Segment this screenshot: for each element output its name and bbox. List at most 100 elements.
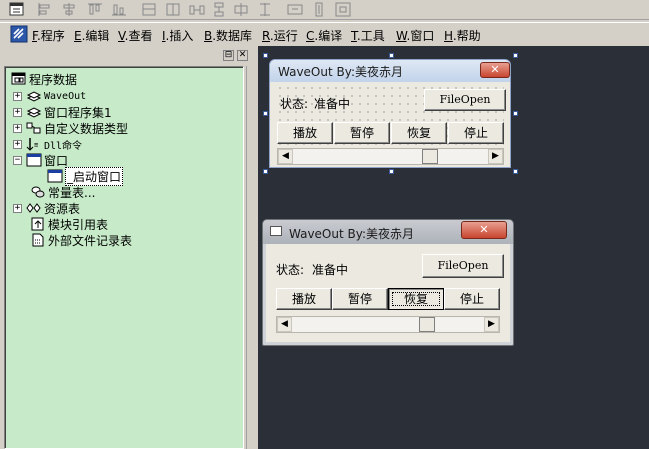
scroll-left-arrow-icon[interactable]: ◀ <box>277 317 292 332</box>
tree-item-dll-commands[interactable]: + ≡ Dll命令 <box>13 136 82 152</box>
design-form-titlebar[interactable]: WaveOut By:美夜赤月 ✕ <box>270 60 510 82</box>
panel-close-button[interactable]: ✕ <box>237 50 248 61</box>
resume-button[interactable]: 恢复 <box>388 288 444 310</box>
fileopen-button[interactable]: FileOpen <box>422 254 504 278</box>
form-design-area: WaveOut By:美夜赤月 ✕ 状态: 准备中 FileOpen 播放 暂停… <box>258 46 649 449</box>
program-tree: 程序数据 + WaveOut + 窗口程序集1 + 自定义数据类型 + ≡ Dl… <box>4 66 244 449</box>
svg-text:≡: ≡ <box>34 141 38 149</box>
constant-table-icon <box>30 185 46 199</box>
resize-handle[interactable] <box>513 53 518 58</box>
menu-compile[interactable]: C.编译 <box>306 27 342 44</box>
scroll-right-arrow-icon[interactable]: ▶ <box>484 317 499 332</box>
tree-item-resources[interactable]: + 资源表 <box>13 200 80 216</box>
center-form-icon[interactable] <box>334 1 352 18</box>
tree-item-external-files[interactable]: 外部文件记录表 <box>30 232 132 248</box>
pause-button[interactable]: 暂停 <box>334 122 390 144</box>
center-vertical-icon[interactable] <box>256 1 274 18</box>
running-window-titlebar[interactable]: WaveOut By:美夜赤月 ✕ <box>263 220 513 244</box>
panel-buttons: ⊟ ✕ <box>223 50 249 62</box>
fileopen-button[interactable]: FileOpen <box>424 89 506 111</box>
tree-item-module-refs[interactable]: 模块引用表 <box>30 216 108 232</box>
vertical-size-icon[interactable] <box>310 1 328 18</box>
resize-handle[interactable] <box>389 53 394 58</box>
tree-item-custom-types[interactable]: + 自定义数据类型 <box>13 120 128 136</box>
resize-handle[interactable] <box>263 169 268 174</box>
play-button[interactable]: 播放 <box>276 288 332 310</box>
status-label[interactable]: 状态: <box>280 95 308 112</box>
scroll-right-arrow-icon[interactable]: ▶ <box>488 149 503 164</box>
expand-toggle[interactable]: + <box>13 123 22 133</box>
resize-handle[interactable] <box>263 111 268 116</box>
resize-handle[interactable] <box>389 169 394 174</box>
expand-toggle[interactable]: + <box>13 139 22 149</box>
collapse-toggle[interactable]: − <box>13 155 22 165</box>
tree-root[interactable]: 程序数据 <box>11 71 77 87</box>
position-scrollbar[interactable]: ◀ ▶ <box>276 316 500 333</box>
tree-item-constants[interactable]: 常量表... <box>30 184 95 200</box>
distribute-horizontal-icon[interactable] <box>188 1 206 18</box>
scroll-left-arrow-icon[interactable]: ◀ <box>278 149 293 164</box>
scrollbar-thumb[interactable] <box>422 149 438 164</box>
stop-button[interactable]: 停止 <box>448 122 504 144</box>
resize-handle[interactable] <box>263 53 268 58</box>
same-height-icon[interactable] <box>164 1 182 18</box>
dll-icon: ≡ <box>26 137 42 151</box>
menu-window[interactable]: W.窗口 <box>396 27 434 44</box>
tree-item-window-assembly[interactable]: + 窗口程序集1 <box>13 104 112 120</box>
assembly-icon <box>26 105 42 119</box>
form-icon[interactable] <box>8 1 26 18</box>
resize-handle[interactable] <box>513 169 518 174</box>
expand-toggle[interactable]: + <box>13 91 22 101</box>
tree-scrollbar[interactable] <box>246 66 255 449</box>
status-value[interactable]: 准备中 <box>314 95 350 112</box>
data-type-icon <box>26 121 42 135</box>
align-top-icon[interactable] <box>86 1 104 18</box>
design-form-canvas[interactable]: 状态: 准备中 FileOpen 播放 暂停 恢复 停止 ◀ ▶ <box>276 84 506 165</box>
menu-database[interactable]: B.数据库 <box>204 27 252 44</box>
design-form-close-button[interactable]: ✕ <box>480 62 510 78</box>
tree-item-startup-window[interactable]: _启动窗口 <box>47 166 124 186</box>
program-icon <box>11 72 27 86</box>
running-window-title: WaveOut By:美夜赤月 <box>289 227 415 241</box>
panel-dock-button[interactable]: ⊟ <box>223 50 234 61</box>
expand-toggle[interactable]: + <box>13 107 22 117</box>
resume-button[interactable]: 恢复 <box>391 122 447 144</box>
menu-bar: F.程序 E.编辑 V.查看 I.插入 B.数据库 R.运行 C.编译 T.工具… <box>0 22 649 46</box>
app-logo-icon <box>10 25 28 43</box>
status-value: 准备中 <box>312 263 349 277</box>
align-center-icon[interactable] <box>60 1 78 18</box>
menu-insert[interactable]: I.插入 <box>162 27 193 44</box>
position-scrollbar[interactable]: ◀ ▶ <box>277 148 504 165</box>
align-bottom-icon[interactable] <box>110 1 128 18</box>
file-icon <box>30 233 46 247</box>
expand-toggle[interactable]: + <box>13 203 22 213</box>
running-window-close-button[interactable]: ✕ <box>461 221 507 239</box>
center-horizontal-icon[interactable] <box>232 1 250 18</box>
same-width-icon[interactable] <box>140 1 158 18</box>
align-left-icon[interactable] <box>36 1 54 18</box>
running-window[interactable]: WaveOut By:美夜赤月 ✕ 状态: 准备中 FileOpen 播放 暂停… <box>262 219 514 346</box>
tree-item-waveout[interactable]: + WaveOut <box>13 88 86 104</box>
scrollbar-thumb[interactable] <box>419 317 435 332</box>
distribute-vertical-icon[interactable] <box>210 1 228 18</box>
menu-view[interactable]: V.查看 <box>118 27 153 44</box>
menu-program[interactable]: F.程序 <box>32 27 65 44</box>
play-button[interactable]: 播放 <box>277 122 333 144</box>
menu-run[interactable]: R.运行 <box>262 27 298 44</box>
menu-edit[interactable]: E.编辑 <box>74 27 109 44</box>
tree-item-windows[interactable]: − 窗口 <box>13 152 68 168</box>
running-window-body: 状态: 准备中 FileOpen 播放 暂停 恢复 停止 ◀ ▶ <box>272 248 504 338</box>
menu-tools[interactable]: T.工具 <box>351 27 385 44</box>
design-form-title: WaveOut By:美夜赤月 <box>278 65 404 79</box>
resize-handle[interactable] <box>513 111 518 116</box>
design-form[interactable]: WaveOut By:美夜赤月 ✕ 状态: 准备中 FileOpen 播放 暂停… <box>263 53 518 174</box>
menu-help[interactable]: H.帮助 <box>444 27 481 44</box>
grid-icon[interactable] <box>286 1 304 18</box>
resource-icon <box>26 201 42 215</box>
module-icon <box>26 89 42 103</box>
tree-root-label: 程序数据 <box>29 72 78 87</box>
stop-button[interactable]: 停止 <box>444 288 500 310</box>
pause-button[interactable]: 暂停 <box>332 288 388 310</box>
window-icon <box>26 153 42 167</box>
status-label: 状态: <box>276 263 305 277</box>
